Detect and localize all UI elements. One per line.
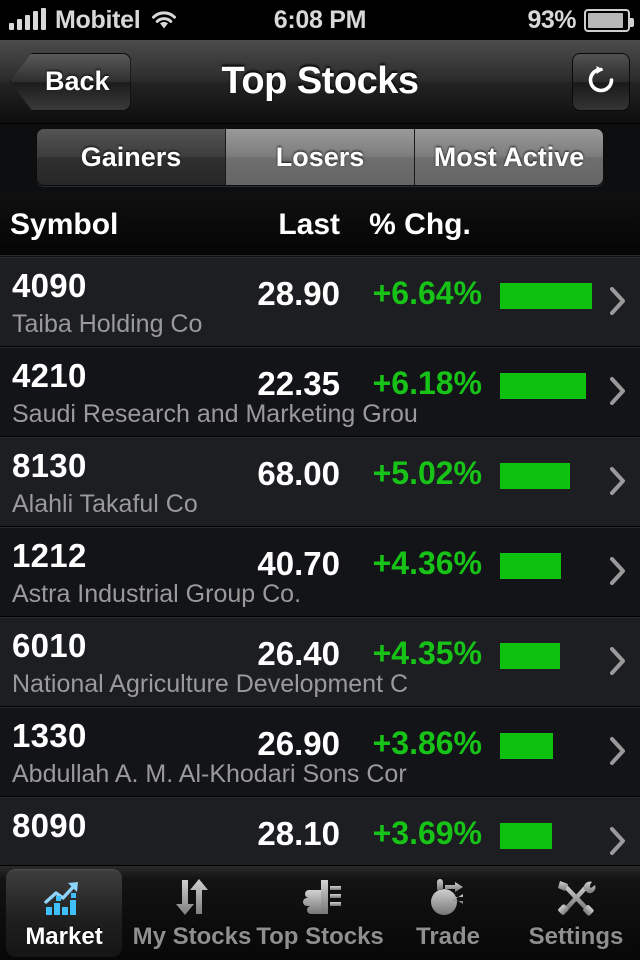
segment-gainers-label: Gainers (80, 141, 182, 172)
row-company-name: National Agriculture Development C (12, 670, 409, 698)
chevron-right-icon (608, 375, 628, 407)
segment-losers[interactable]: Losers (226, 129, 415, 185)
row-symbol: 8090 (12, 807, 87, 844)
refresh-icon (583, 62, 619, 103)
row-company-name: Taiba Holding Co (12, 310, 203, 338)
tab-bar[interactable]: Market My Stocks Top Stocks Trade Settin… (0, 865, 640, 960)
row-last-price: 28.90 (257, 275, 340, 312)
row-change-bar-fill (500, 373, 586, 399)
row-symbol: 8130 (12, 447, 87, 484)
tab-my-stocks-label: My Stocks (132, 923, 252, 950)
tools-icon (552, 875, 600, 919)
row-percent-change: +6.64% (372, 275, 482, 311)
row-change-bar-fill (500, 823, 552, 849)
navigation-bar: Back Top Stocks (0, 40, 640, 124)
table-row[interactable]: 6010 National Agriculture Development C 26… (0, 617, 640, 707)
row-symbol: 1212 (12, 537, 87, 574)
row-percent-change: +4.36% (372, 545, 482, 581)
row-change-bar-fill (500, 643, 560, 669)
row-change-bar-fill (500, 463, 570, 489)
chevron-right-icon (608, 825, 628, 857)
segment-gainers[interactable]: Gainers (37, 129, 226, 185)
row-symbol: 4210 (12, 357, 87, 394)
row-percent-change: +3.86% (372, 725, 482, 761)
row-change-bar (500, 463, 592, 489)
chevron-right-icon (608, 285, 628, 317)
tab-top-stocks-label: Top Stocks (256, 923, 384, 950)
segment-losers-label: Losers (275, 141, 365, 172)
row-last-price: 22.35 (257, 365, 340, 402)
row-change-bar (500, 643, 592, 669)
row-percent-change: +6.18% (372, 365, 482, 401)
row-change-bar-fill (500, 553, 561, 579)
row-change-bar (500, 823, 592, 849)
table-row[interactable]: 1212 Astra Industrial Group Co. 40.70 +4.36… (0, 527, 640, 617)
tab-market[interactable]: Market (0, 866, 128, 960)
table-row[interactable]: 4090 Taiba Holding Co 28.90 +6.64% (0, 257, 640, 347)
row-last-price: 26.40 (257, 635, 340, 672)
back-button-label: Back (45, 66, 110, 96)
segmented-control[interactable]: Gainers Losers Most Active (36, 128, 604, 186)
row-change-bar-fill (500, 283, 592, 309)
row-last-price: 40.70 (257, 545, 340, 582)
chevron-right-icon (608, 555, 628, 587)
row-change-bar (500, 283, 592, 309)
row-change-bar (500, 553, 592, 579)
chevron-right-icon (608, 645, 628, 677)
row-company-name: Abdullah A. M. Al-Khodari Sons Cor (12, 760, 407, 788)
tab-trade-label: Trade (415, 923, 481, 950)
chart-trend-icon (40, 875, 88, 919)
row-symbol: 1330 (12, 717, 87, 754)
tab-trade[interactable]: Trade (384, 866, 512, 960)
battery-icon (584, 8, 634, 32)
column-header-symbol: Symbol (10, 208, 119, 241)
refresh-button[interactable] (572, 53, 630, 111)
hand-exchange-icon (424, 875, 472, 919)
phone-screen: Mobitel 6:08 PM 93% Back Top Stocks Gain… (0, 0, 640, 960)
tab-settings[interactable]: Settings (512, 866, 640, 960)
status-bar-right: 93% (527, 6, 640, 35)
chevron-right-icon (608, 465, 628, 497)
segment-most-active-label: Most Active (433, 141, 585, 172)
tab-top-stocks[interactable]: Top Stocks (256, 866, 384, 960)
table-row[interactable]: 8090 28.10 +3.69% (0, 797, 640, 865)
status-bar: Mobitel 6:08 PM 93% (0, 0, 640, 40)
chevron-right-icon (608, 735, 628, 767)
row-percent-change: +4.35% (372, 635, 482, 671)
row-symbol: 6010 (12, 627, 87, 664)
column-header-change: % Chg. (369, 208, 471, 241)
row-company-name: Saudi Research and Marketing Grou (12, 400, 418, 428)
table-row[interactable]: 1330 Abdullah A. M. Al-Khodari Sons Cor 26… (0, 707, 640, 797)
stock-list[interactable]: 4090 Taiba Holding Co 28.90 +6.64% 4210 Saudi… (0, 257, 640, 865)
column-header-last: Last (278, 208, 340, 241)
row-company-name: Alahli Takaful Co (12, 490, 198, 518)
row-change-bar (500, 733, 592, 759)
row-last-price: 26.90 (257, 725, 340, 762)
tab-my-stocks[interactable]: My Stocks (128, 866, 256, 960)
table-row[interactable]: 8130 Alahli Takaful Co 68.00 +5.02% (0, 437, 640, 527)
row-company-name: Astra Industrial Group Co. (12, 580, 302, 608)
row-last-price: 68.00 (257, 455, 340, 492)
battery-percent-label: 93% (527, 5, 576, 34)
row-change-bar (500, 373, 592, 399)
up-down-arrows-icon (168, 875, 216, 919)
back-button[interactable]: Back (10, 52, 131, 111)
tab-settings-label: Settings (528, 923, 624, 950)
tab-market-label: Market (25, 923, 103, 950)
table-row[interactable]: 4210 Saudi Research and Marketing Grou 22.… (0, 347, 640, 437)
segment-most-active[interactable]: Most Active (415, 129, 603, 185)
thumbs-up-icon (296, 875, 344, 919)
row-symbol: 4090 (12, 267, 87, 304)
row-percent-change: +5.02% (372, 455, 482, 491)
row-change-bar-fill (500, 733, 554, 759)
row-last-price: 28.10 (257, 815, 340, 852)
row-percent-change: +3.69% (372, 815, 482, 851)
table-column-header: Symbol Last % Chg. (0, 192, 640, 256)
